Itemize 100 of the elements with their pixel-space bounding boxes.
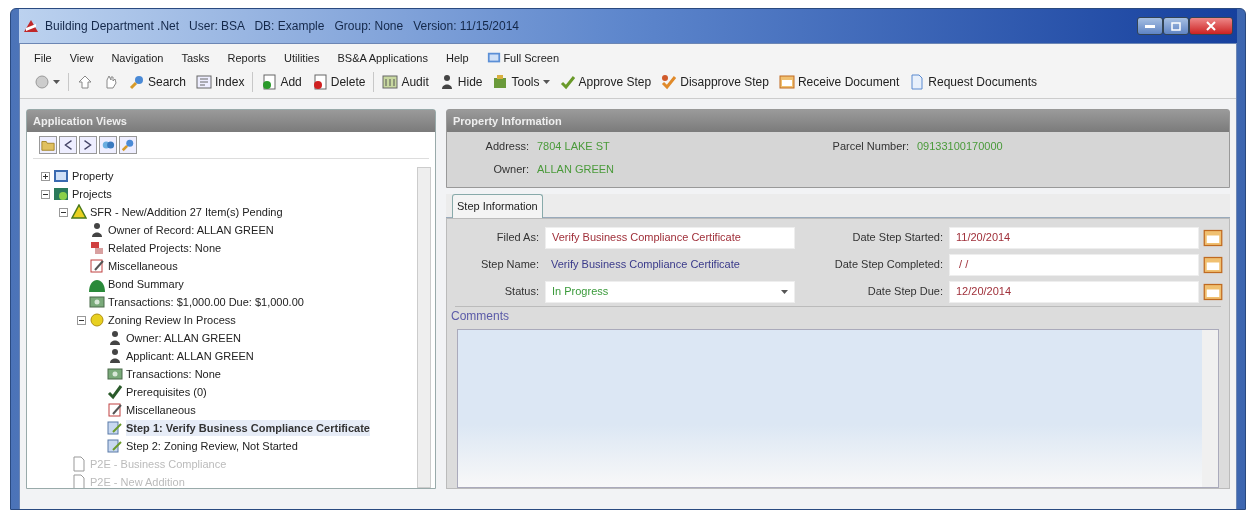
menu-item[interactable]: Navigation (111, 50, 164, 67)
toolbar-button[interactable]: Disapprove Step (659, 71, 771, 92)
status-dropdown[interactable]: In Progress (545, 280, 795, 303)
input-field[interactable]: Verify Business Compliance Certificate (545, 226, 795, 249)
disapprove-icon (661, 73, 678, 90)
money-icon (107, 366, 123, 382)
add-document-icon (261, 73, 278, 90)
tree-item[interactable]: Transactions: $1,000.00 Due: $1,000.00 (108, 293, 304, 311)
toolbar-button[interactable]: Hide (436, 71, 485, 92)
toolbar-button[interactable]: Index (194, 71, 247, 92)
tree-item[interactable]: Bond Summary (108, 275, 184, 293)
tree-item[interactable]: Miscellaneous (108, 257, 178, 275)
field-label: Date Step Started: (851, 230, 944, 246)
coin-icon (89, 312, 105, 328)
toolbar-button[interactable]: Approve Step (557, 71, 654, 92)
expander-icon[interactable] (41, 171, 50, 181)
app-logo-icon (23, 19, 39, 33)
field-label: Filed As: (495, 230, 540, 246)
menu-item[interactable]: Reports (227, 50, 267, 67)
menu-item[interactable]: File (34, 50, 52, 67)
tree-item[interactable]: Prerequisites (0) (126, 383, 207, 401)
expand-button[interactable] (79, 136, 97, 154)
toolbar-button[interactable]: Tools (490, 71, 552, 92)
link-button[interactable] (99, 136, 117, 154)
person-icon (107, 330, 123, 346)
note-icon (89, 258, 105, 274)
toolbar-button[interactable]: Add (259, 71, 304, 92)
date-field[interactable]: 12/20/2014 (949, 280, 1199, 303)
scrollbar[interactable] (417, 167, 431, 488)
tree-item[interactable]: Owner: ALLAN GREEN (126, 329, 241, 347)
tree-item[interactable]: Related Projects: None (108, 239, 222, 257)
close-button[interactable] (1189, 17, 1233, 35)
step-icon (107, 438, 123, 454)
tree-item[interactable]: Miscellaneous (126, 401, 196, 419)
toolbar-button[interactable]: Search (127, 71, 189, 92)
warning-icon (71, 204, 87, 220)
expander-icon[interactable] (41, 189, 50, 199)
up-arrow-icon (77, 73, 93, 90)
tree-item[interactable]: Zoning Review In Process (108, 311, 236, 329)
expander-icon[interactable] (59, 207, 68, 217)
menu-item[interactable]: Help (446, 50, 469, 67)
hand-icon (103, 73, 119, 90)
date-field[interactable]: / / (949, 253, 1199, 276)
tree-item[interactable]: Owner of Record: ALLAN GREEN (108, 221, 274, 239)
tree-item[interactable]: Step 1: Verify Business Compliance Certificate (126, 419, 370, 437)
minimize-icon (1145, 24, 1155, 28)
field-label: Date Step Due: (866, 284, 944, 300)
field-label: Step Name: (479, 257, 540, 273)
date-field[interactable]: 11/20/2014 (949, 226, 1199, 249)
maximize-button[interactable] (1163, 17, 1189, 35)
toolbar-button[interactable]: Receive Document (776, 71, 902, 92)
tree-item[interactable]: Property (72, 167, 114, 185)
property-icon (53, 168, 69, 184)
document-icon (71, 456, 87, 472)
expander-icon[interactable] (77, 315, 86, 325)
projects-icon (53, 186, 69, 202)
calendar-button[interactable] (1203, 281, 1223, 302)
approve-icon (559, 73, 576, 90)
calendar-button[interactable] (1203, 254, 1223, 275)
menu-item[interactable]: View (69, 50, 94, 67)
field-value: ALLAN GREEN (537, 161, 616, 177)
field-label: Address: (484, 139, 530, 154)
panel-title: Application Views (27, 109, 435, 132)
menu-item[interactable]: BS&A Applications (337, 50, 428, 67)
search-icon (121, 138, 135, 152)
tree-item[interactable]: Applicant: ALLAN GREEN (126, 347, 254, 365)
tree-item[interactable]: SFR - New/Addition 27 Item(s) Pending (90, 203, 283, 221)
field-label: Parcel Number: (831, 139, 910, 154)
field-value: 09133100170000 (917, 139, 1004, 154)
field-value: 7804 LAKE ST (537, 139, 611, 154)
section-label: Comments (451, 307, 510, 325)
tree-item[interactable]: Projects (72, 185, 112, 203)
note-icon (107, 402, 123, 418)
toolbar-button[interactable]: Audit (380, 71, 431, 92)
index-icon (196, 73, 213, 90)
scrollbar[interactable] (1202, 329, 1218, 487)
search-icon (129, 73, 145, 90)
menu-item[interactable]: Tasks (181, 50, 210, 67)
folder-icon (41, 138, 55, 152)
minimize-button[interactable] (1137, 17, 1163, 35)
document-icon (909, 73, 926, 90)
circle-icon (34, 73, 50, 90)
tree-item[interactable]: Transactions: None (126, 365, 221, 383)
comments-field[interactable] (457, 328, 1219, 488)
menu-item[interactable]: Utilities (284, 50, 320, 67)
menu-item[interactable]: Full Screen (486, 50, 559, 67)
delete-document-icon (311, 73, 328, 90)
field-label: Owner: (492, 161, 530, 177)
circle-button[interactable] (32, 72, 62, 91)
search-button[interactable] (119, 136, 137, 154)
window-title: Building Department .Net User: BSA DB: Example Group: None Version: 11/15/2014 (45, 18, 520, 35)
toolbar-button[interactable]: Request Documents (907, 71, 1040, 92)
collapse-button[interactable] (59, 136, 77, 154)
maximize-icon (1171, 21, 1181, 31)
close-icon (1206, 21, 1216, 31)
toolbar-button[interactable]: Delete (309, 71, 368, 92)
tab[interactable]: Step Information (452, 194, 543, 218)
money-icon (89, 294, 105, 310)
tree-item[interactable]: Step 2: Zoning Review, Not Started (126, 437, 298, 455)
calendar-button[interactable] (1203, 227, 1223, 248)
